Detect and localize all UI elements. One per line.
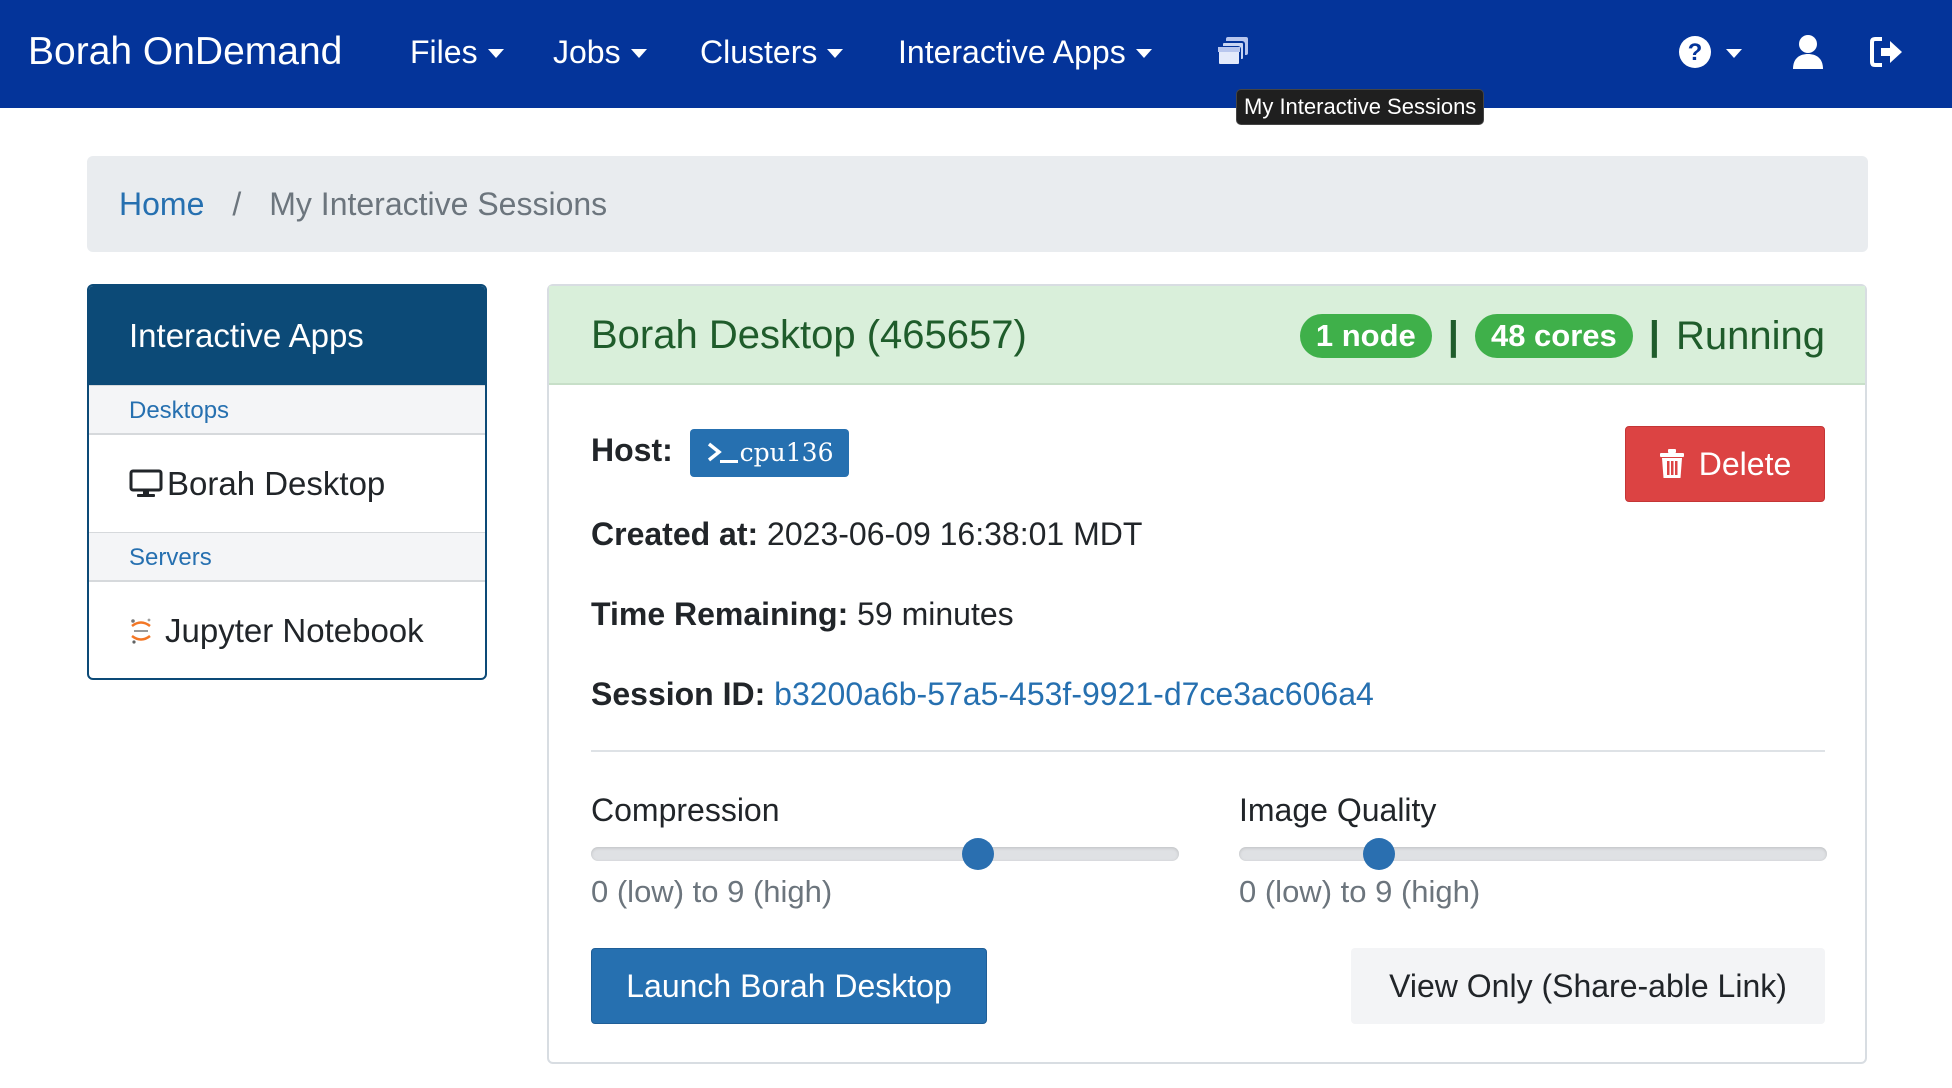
- status-separator: |: [1648, 314, 1660, 358]
- compression-hint: 0 (low) to 9 (high): [591, 874, 833, 909]
- session-card: Borah Desktop (465657) 1 node | 48 cores…: [547, 284, 1867, 1064]
- compression-slider[interactable]: [591, 838, 1179, 870]
- image-quality-slider[interactable]: [1239, 838, 1827, 870]
- image-quality-hint: 0 (low) to 9 (high): [1239, 874, 1481, 909]
- svg-text:?: ?: [1688, 39, 1703, 66]
- caret-down-icon: [1726, 48, 1742, 58]
- session-card-header: Borah Desktop (465657) 1 node | 48 cores…: [549, 286, 1865, 385]
- terminal-prompt-icon: [707, 442, 738, 463]
- sign-out-icon[interactable]: [1870, 30, 1904, 74]
- host-row: Host: cpu136: [591, 428, 850, 477]
- cores-badge: 48 cores: [1474, 314, 1633, 358]
- sidebar-item-jupyter-notebook[interactable]: Jupyter Notebook: [89, 582, 485, 678]
- caret-down-icon: [827, 48, 844, 58]
- trash-icon: [1659, 449, 1685, 479]
- compression-label: Compression: [591, 792, 780, 828]
- delete-button[interactable]: Delete: [1625, 426, 1825, 502]
- sidebar-category-servers: Servers: [89, 532, 485, 582]
- menu-interactive-apps[interactable]: Interactive Apps: [898, 30, 1152, 74]
- user-icon[interactable]: [1792, 30, 1824, 74]
- breadcrumb-separator: /: [232, 185, 242, 222]
- created-value: 2023-06-09 16:38:01 MDT: [767, 516, 1143, 552]
- jupyter-icon: [129, 617, 153, 645]
- status-separator: |: [1447, 314, 1459, 358]
- interactive-apps-sidebar: Interactive Apps Desktops Borah Desktop …: [87, 284, 487, 680]
- breadcrumb-home[interactable]: Home: [119, 186, 204, 223]
- menu-jobs[interactable]: Jobs: [553, 30, 647, 74]
- desktop-monitor-icon: [129, 469, 163, 499]
- sidebar-item-borah-desktop[interactable]: Borah Desktop: [89, 435, 485, 532]
- time-remaining-value: 59 minutes: [857, 596, 1014, 632]
- compression-slider-thumb[interactable]: [961, 838, 994, 870]
- menu-files[interactable]: Files: [410, 30, 504, 74]
- host-shell-button[interactable]: cpu136: [689, 428, 850, 477]
- sidebar-item-label: Borah Desktop: [167, 464, 386, 502]
- sidebar-title: Interactive Apps: [89, 286, 485, 385]
- time-remaining-label: Time Remaining:: [591, 596, 849, 632]
- session-status: Running: [1675, 314, 1825, 358]
- time-remaining-row: Time Remaining: 59 minutes: [591, 592, 1014, 636]
- menu-clusters[interactable]: Clusters: [700, 30, 844, 74]
- sidebar-category-desktops: Desktops: [89, 385, 485, 435]
- session-id-label: Session ID:: [591, 676, 766, 712]
- question-circle-icon: ?: [1679, 36, 1711, 68]
- view-only-link-button[interactable]: View Only (Share-able Link): [1351, 948, 1825, 1024]
- host-label: Host:: [591, 432, 673, 468]
- session-id-link[interactable]: b3200a6b-57a5-453f-9921-d7ce3ac606a4: [774, 676, 1374, 712]
- top-navbar: Borah OnDemand Files Jobs Clusters Inter…: [0, 0, 1952, 108]
- created-label: Created at:: [591, 516, 759, 552]
- windows-stack-icon[interactable]: [1216, 30, 1252, 74]
- session-title: Borah Desktop (465657): [591, 313, 1027, 357]
- sessions-tooltip: My Interactive Sessions: [1236, 89, 1485, 125]
- launch-desktop-button[interactable]: Launch Borah Desktop: [591, 948, 987, 1024]
- menu-clusters-label: Clusters: [700, 34, 818, 70]
- sidebar-item-label: Jupyter Notebook: [165, 611, 424, 649]
- divider: [591, 750, 1825, 752]
- breadcrumb-current: My Interactive Sessions: [269, 185, 608, 222]
- help-menu[interactable]: ?: [1678, 30, 1742, 74]
- image-quality-slider-thumb[interactable]: [1362, 838, 1395, 870]
- caret-down-icon: [487, 48, 504, 58]
- delete-label: Delete: [1698, 445, 1792, 482]
- menu-files-label: Files: [410, 34, 478, 70]
- created-row: Created at: 2023-06-09 16:38:01 MDT: [591, 512, 1142, 556]
- menu-jobs-label: Jobs: [553, 34, 621, 70]
- menu-interactive-apps-label: Interactive Apps: [898, 34, 1126, 70]
- session-id-row: Session ID: b3200a6b-57a5-453f-9921-d7ce…: [591, 672, 1374, 716]
- caret-down-icon: [1135, 48, 1152, 58]
- caret-down-icon: [630, 48, 647, 58]
- session-status-group: 1 node | 48 cores | Running: [1299, 312, 1825, 360]
- image-quality-label: Image Quality: [1239, 792, 1437, 828]
- nodes-badge: 1 node: [1299, 314, 1432, 358]
- breadcrumb: Home / My Interactive Sessions: [87, 156, 1868, 252]
- brand-link[interactable]: Borah OnDemand: [28, 26, 342, 78]
- host-name: cpu136: [739, 437, 834, 467]
